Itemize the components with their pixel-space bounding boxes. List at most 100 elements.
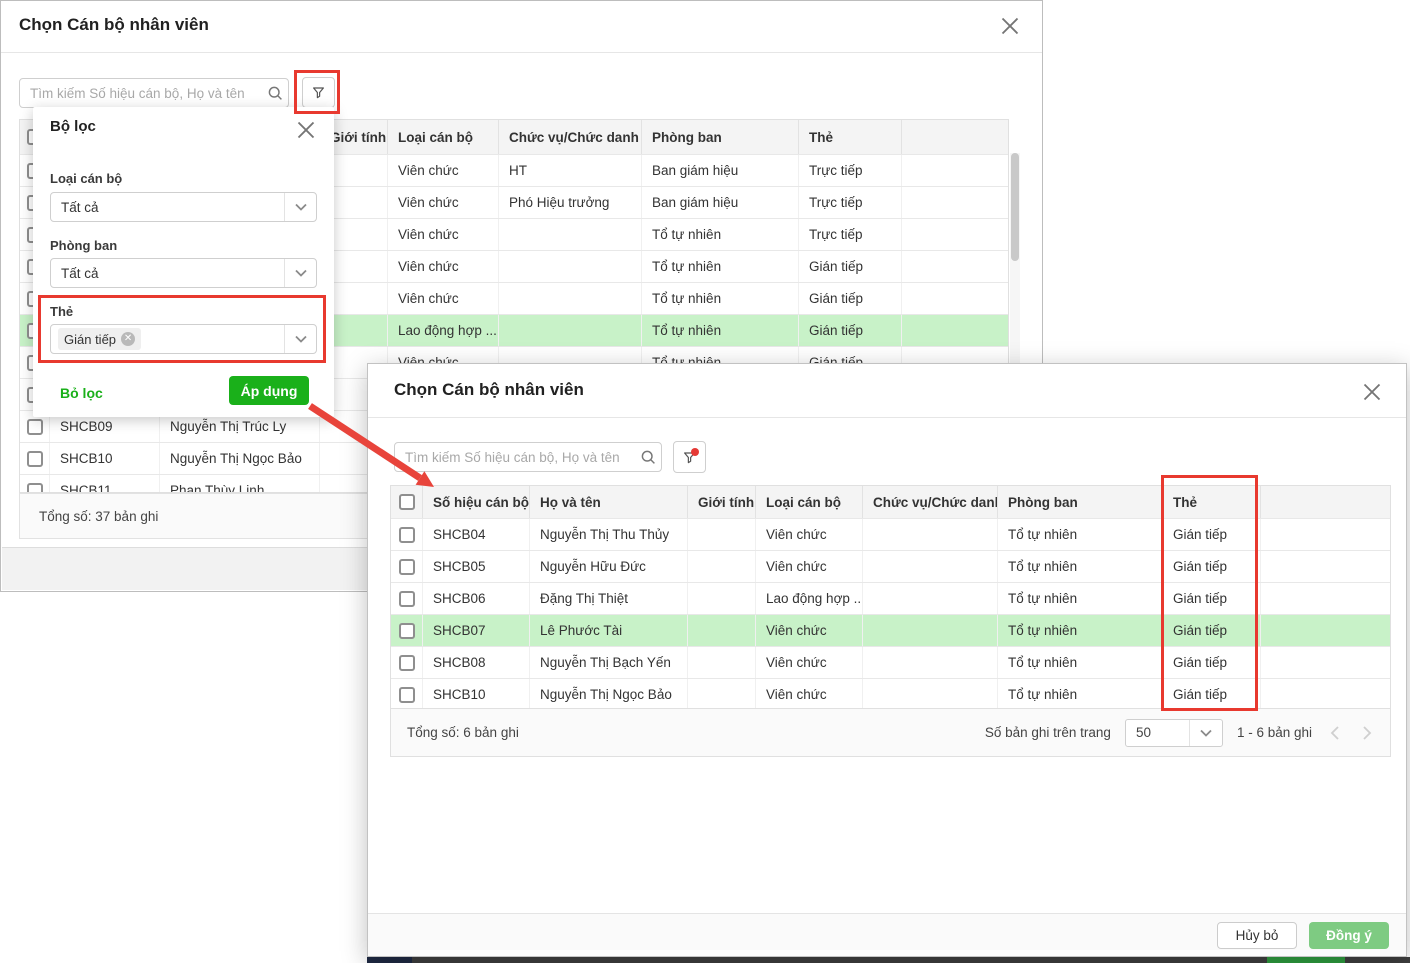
row-checkbox[interactable] [27,451,43,467]
table-row[interactable]: SHCB08Nguyễn Thị Bạch YếnViên chứcTổ tự … [391,646,1390,678]
filter-button-active[interactable] [673,441,706,473]
header-fill [1261,486,1390,518]
row-checkbox[interactable] [399,623,415,639]
table-body: SHCB04Nguyễn Thị Thu ThủyViên chứcTổ tự … [391,518,1390,710]
cell-name: Nguyễn Thị Ngọc Bảo [160,443,320,474]
row-checkbox-cell [391,679,423,710]
foreground-modal: Chọn Cán bộ nhân viên Số hiệu cán bộ Họ [367,363,1407,957]
cell-fill [902,155,1008,186]
cell-tag: Gián tiếp [1163,647,1261,678]
scrollbar-thumb[interactable] [1011,153,1019,261]
filter-panel: Bộ lọc Loại cán bộ Tất cả Phòng ban Tất … [33,107,334,417]
table-footer: Tổng số: 6 bản ghi Số bản ghi trên trang… [391,708,1390,756]
tag-chip: Gián tiếp ✕ [58,328,141,350]
foreground-modal-footer: Hủy bỏ Đồng ý [368,913,1406,956]
header-tag: Thẻ [1163,486,1261,518]
close-icon[interactable] [1000,16,1020,36]
row-checkbox[interactable] [399,655,415,671]
table-row[interactable]: SHCB04Nguyễn Thị Thu ThủyViên chứcTổ tự … [391,518,1390,550]
table-row[interactable]: SHCB07Lê Phước TàiViên chứcTổ tự nhiênGi… [391,614,1390,646]
cell-dept: Tổ tự nhiên [642,251,799,282]
page-range-label: 1 - 6 bản ghi [1237,725,1312,740]
cell-fill [1261,679,1390,710]
header-dept: Phòng ban [642,120,799,154]
cell-dept: Tổ tự nhiên [998,679,1163,710]
row-checkbox[interactable] [399,687,415,703]
header-code: Số hiệu cán bộ [423,486,530,518]
row-checkbox[interactable] [27,419,43,435]
page-size-select[interactable]: 50 [1125,719,1223,747]
tag-chip-label: Gián tiếp [64,332,116,347]
row-checkbox[interactable] [399,591,415,607]
clear-filter-link[interactable]: Bỏ lọc [60,385,103,401]
pagination: Số bản ghi trên trang 50 1 - 6 bản ghi [985,719,1376,747]
cell-name: Lê Phước Tài [530,615,688,646]
cell-fill [902,283,1008,314]
cell-tag: Gián tiếp [1163,519,1261,550]
staff-type-select[interactable]: Tất cả [50,192,317,222]
cell-type: Viên chức [388,155,499,186]
page-title: Chọn Cán bộ nhân viên [19,15,209,35]
cell-dept: Ban giám hiệu [642,187,799,218]
cell-dept: Tổ tự nhiên [998,519,1163,550]
field-label-department: Phòng ban [50,238,117,253]
header-checkbox-cell [391,486,423,518]
cell-name: Nguyễn Thị Thu Thủy [530,519,688,550]
cell-dept: Tổ tự nhiên [642,315,799,346]
filter-close-icon[interactable] [296,120,316,140]
row-checkbox[interactable] [399,527,415,543]
page-size-label: Số bản ghi trên trang [985,725,1111,740]
department-select[interactable]: Tất cả [50,258,317,288]
active-filter-badge [691,448,699,456]
cell-tag: Trực tiếp [799,187,902,218]
cell-fill [902,219,1008,250]
chip-remove-icon[interactable]: ✕ [121,332,135,346]
header-type: Loại cán bộ [756,486,863,518]
table-row[interactable]: SHCB06Đặng Thị ThiệtLao động hợp ...Tổ t… [391,582,1390,614]
header-gender: Giới tính [688,486,756,518]
prev-page-button[interactable] [1326,724,1344,742]
page-size-value: 50 [1136,725,1151,740]
cell-fill [1261,615,1390,646]
cell-position [499,315,642,346]
foreground-modal-header: Chọn Cán bộ nhân viên [368,364,1406,418]
cell-tag: Gián tiếp [799,251,902,282]
row-checkbox[interactable] [27,483,43,494]
cell-code: SHCB10 [50,443,160,474]
row-checkbox-cell [391,583,423,614]
row-checkbox[interactable] [399,559,415,575]
cell-code: SHCB06 [423,583,530,614]
cell-gender [688,647,756,678]
field-label-tag: Thẻ [50,304,73,319]
cell-name: Đặng Thị Thiệt [530,583,688,614]
filter-button[interactable] [302,77,335,108]
row-checkbox-cell [20,475,50,493]
cell-tag: Gián tiếp [1163,551,1261,582]
table-row[interactable]: SHCB10Nguyễn Thị Ngọc BảoViên chứcTổ tự … [391,678,1390,710]
cell-name: Nguyễn Hữu Đức [530,551,688,582]
cell-position: HT [499,155,642,186]
header-position: Chức vụ/Chức danh [863,486,998,518]
cell-position [863,583,998,614]
cell-fill [1261,551,1390,582]
cell-code: SHCB10 [423,679,530,710]
select-all-checkbox[interactable] [399,494,415,510]
cell-fill [1261,647,1390,678]
close-icon[interactable] [1362,382,1382,402]
staff-table: Số hiệu cán bộ Họ và tên Giới tính Loại … [390,485,1391,757]
header-type: Loại cán bộ [388,120,499,154]
header-tag: Thẻ [799,120,902,154]
table-header-row: Số hiệu cán bộ Họ và tên Giới tính Loại … [391,486,1390,518]
apply-filter-button[interactable]: Áp dụng [229,376,309,405]
cell-type: Viên chức [756,519,863,550]
cell-tag: Gián tiếp [1163,615,1261,646]
next-page-button[interactable] [1358,724,1376,742]
table-row[interactable]: SHCB05Nguyễn Hữu ĐứcViên chứcTổ tự nhiên… [391,550,1390,582]
cell-code: SHCB11 [50,475,160,493]
tag-select[interactable]: Gián tiếp ✕ [50,324,317,354]
cell-type: Lao động hợp ... [756,583,863,614]
cancel-button[interactable]: Hủy bỏ [1217,922,1297,949]
search-input[interactable] [394,442,662,472]
search-input[interactable] [19,78,289,108]
ok-button[interactable]: Đồng ý [1309,922,1389,949]
